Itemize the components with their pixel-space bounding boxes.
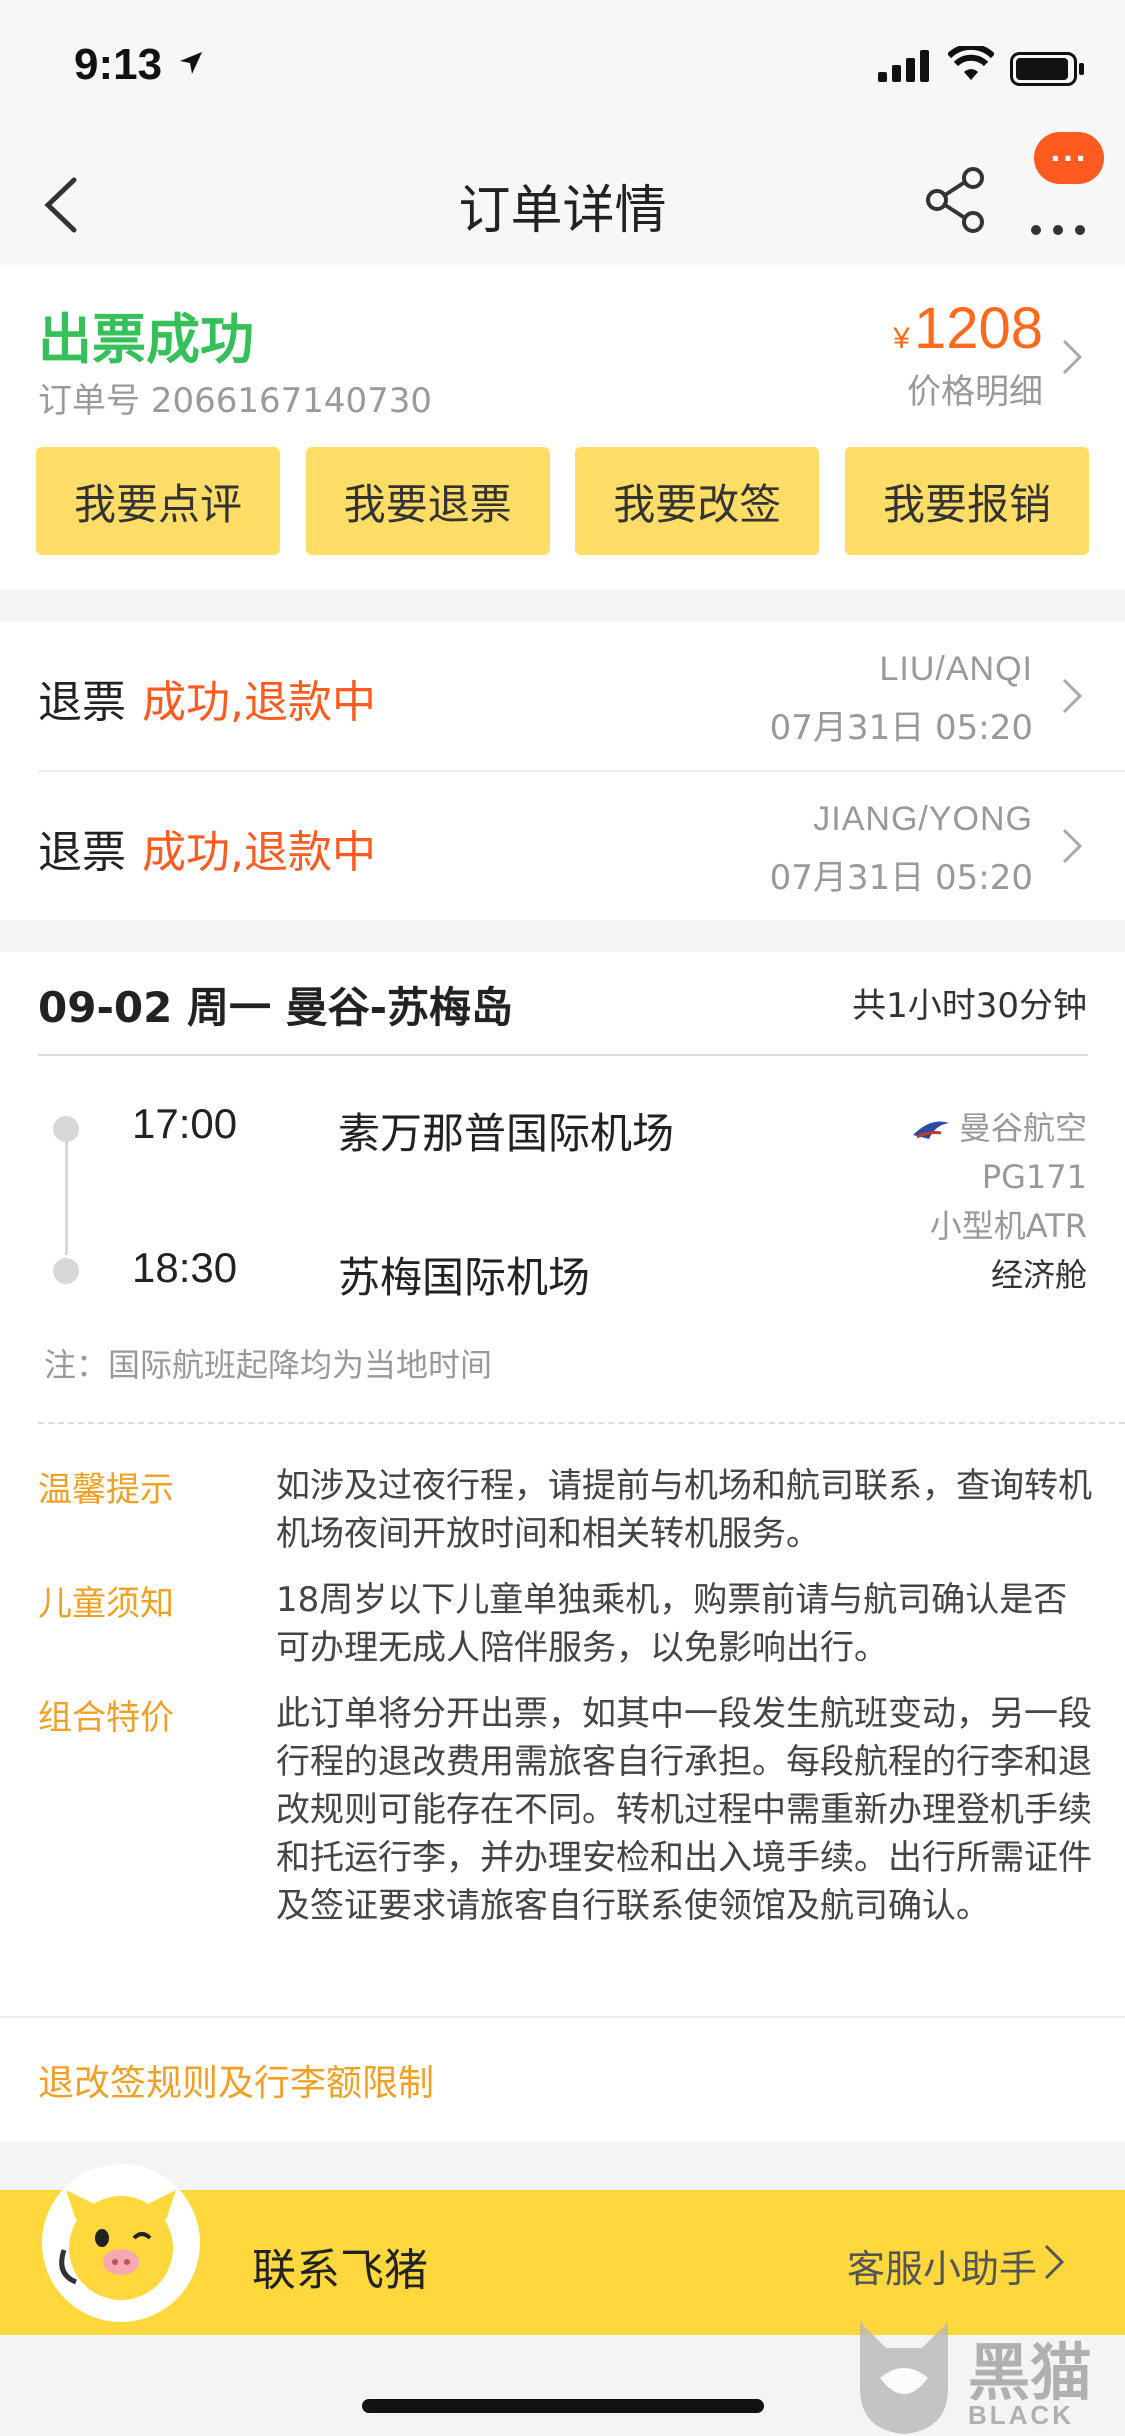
refund-row[interactable]: 退票 成功,退款中 JIANG/YONG 07月31日 05:20 — [0, 772, 1125, 920]
refund-button[interactable]: 我要退票 — [305, 447, 550, 555]
chevron-right-icon — [1062, 828, 1083, 864]
divider — [38, 1054, 1088, 1056]
watermark-text: 黑猫 — [968, 2336, 1093, 2409]
dashed-divider — [38, 1422, 1125, 1424]
change-button[interactable]: 我要改签 — [575, 447, 820, 555]
airline-logo-icon — [912, 1121, 949, 1139]
aircraft-type: 小型机ATR — [929, 1207, 1087, 1245]
order-number-label: 订单号 — [38, 381, 140, 421]
order-summary-card: 出票成功 订单号 2066167140730 ¥1208 价格明细 我要点评 我… — [0, 265, 1125, 590]
departure-airport: 素万那普国际机场 — [338, 1109, 675, 1158]
passenger-name: LIU/ANQI — [879, 650, 1033, 688]
order-number-value: 2066167140730 — [150, 381, 433, 421]
refund-time: 07月31日 05:20 — [769, 858, 1033, 898]
battery-icon — [1010, 52, 1084, 86]
location-arrow-icon — [180, 52, 202, 74]
tip-text: 此订单将分开出票，如其中一段发生航班变动，另一段行程的退改费用需旅客自行承担。每… — [276, 1694, 1092, 1926]
customer-service-link[interactable]: 客服小助手 — [847, 2238, 1037, 2293]
mascot-avatar — [42, 2164, 200, 2322]
divider — [0, 2016, 1125, 2018]
flight-date-route: 09-02 周一 曼谷-苏梅岛 — [38, 983, 514, 1032]
cellular-signal-icon — [878, 50, 929, 82]
wifi-icon — [948, 46, 994, 80]
tip-label: 儿童须知 — [38, 1584, 174, 1624]
airline-name-row: 曼谷航空 — [911, 1104, 1087, 1153]
more-icon[interactable] — [1028, 182, 1088, 242]
arrival-time: 18:30 — [132, 1244, 238, 1291]
order-action-buttons: 我要点评 我要退票 我要改签 我要报销 — [36, 447, 1089, 555]
airline-info: 曼谷航空 PG171 小型机ATR 经济舱 — [911, 1104, 1087, 1300]
review-button[interactable]: 我要点评 — [36, 447, 280, 555]
departure-time: 17:00 — [132, 1100, 238, 1147]
ticket-status: 出票成功 — [38, 308, 254, 371]
refund-status-card: 退票 成功,退款中 LIU/ANQI 07月31日 05:20 退票 成功,退款… — [0, 622, 1125, 920]
flight-duration: 共1小时30分钟 — [852, 986, 1087, 1026]
chevron-right-icon — [1062, 678, 1083, 714]
chevron-right-icon[interactable] — [1060, 337, 1084, 377]
black-cat-logo-icon — [860, 2322, 948, 2434]
passenger-name: JIANG/YONG — [813, 800, 1033, 838]
arrival-airport: 苏梅国际机场 — [338, 1253, 591, 1302]
status-time: 9:13 — [74, 40, 163, 89]
tip-text: 如涉及过夜行程，请提前与机场和航司联系，查询转机机场夜间开放时间和相关转机服务。 — [276, 1466, 1092, 1554]
message-badge[interactable]: ··· — [1034, 132, 1104, 184]
watermark-subtext: BLACK CAT — [968, 2400, 1074, 2436]
cabin-class: 经济舱 — [990, 1256, 1087, 1294]
status-bar: 9:13 — [0, 0, 1125, 140]
price-detail-link[interactable]: 价格明细 — [893, 364, 1043, 413]
refund-status: 成功,退款中 — [142, 677, 376, 728]
rules-baggage-link[interactable]: 退改签规则及行李额限制 — [38, 2054, 434, 2106]
refund-time: 07月31日 05:20 — [769, 708, 1033, 748]
price-block[interactable]: ¥1208 价格明细 — [893, 295, 1043, 413]
reimburse-button[interactable]: 我要报销 — [844, 447, 1089, 555]
currency-symbol: ¥ — [893, 322, 910, 355]
price-value: 1208 — [913, 296, 1043, 361]
refund-row[interactable]: 退票 成功,退款中 LIU/ANQI 07月31日 05:20 — [0, 622, 1125, 770]
flight-number: PG171 — [981, 1158, 1087, 1196]
contact-fliggy-label[interactable]: 联系飞猪 — [252, 2234, 428, 2298]
arrival-dot — [53, 1258, 79, 1284]
total-price: ¥1208 — [893, 295, 1043, 362]
tip-label: 组合特价 — [38, 1698, 174, 1738]
refund-status: 成功,退款中 — [142, 827, 376, 878]
pig-mascot-icon — [59, 2190, 176, 2300]
order-number: 订单号 2066167140730 — [38, 373, 432, 422]
tip-label: 温馨提示 — [38, 1470, 174, 1510]
airline-name: 曼谷航空 — [958, 1109, 1087, 1147]
local-time-note: 注：国际航班起降均为当地时间 — [44, 1346, 493, 1384]
flight-info-card: 09-02 周一 曼谷-苏梅岛 共1小时30分钟 17:00 素万那普国际机场 … — [0, 952, 1125, 2142]
timeline-line — [65, 1130, 68, 1255]
refund-label: 退票 — [38, 677, 126, 728]
watermark: 黑猫 BLACK CAT — [850, 2318, 1125, 2436]
share-icon[interactable] — [925, 166, 987, 234]
nav-bar: 订单详情 ··· — [0, 132, 1125, 265]
chevron-right-icon — [1044, 2244, 1065, 2280]
home-indicator[interactable] — [362, 2399, 764, 2413]
refund-label: 退票 — [38, 827, 126, 878]
tip-text: 18周岁以下儿童单独乘机，购票前请与航司确认是否可办理无成人陪伴服务，以免影响出… — [276, 1580, 1068, 1668]
